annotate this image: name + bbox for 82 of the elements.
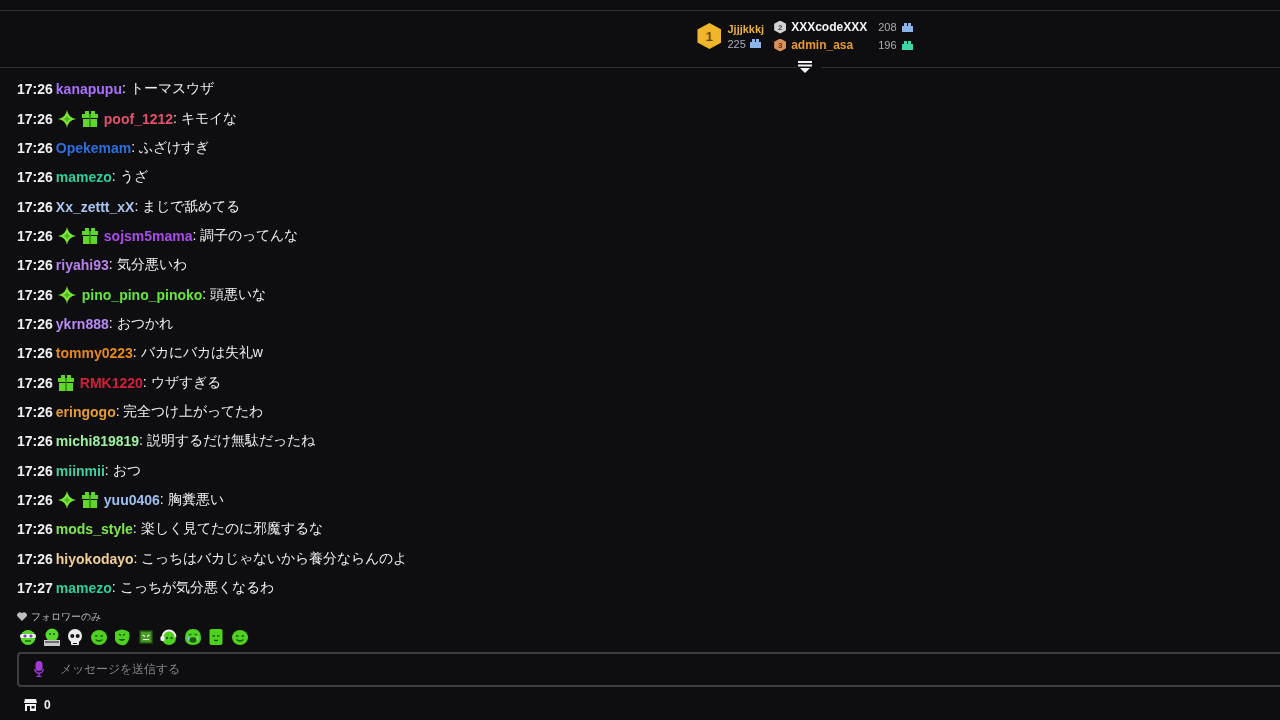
timestamp: 17:26 [17,345,53,362]
timestamp: 17:26 [17,110,53,127]
message-text: : 胸糞悪い [159,491,224,507]
emote-icon[interactable] [42,627,61,646]
username[interactable]: ykrn888 [55,315,109,332]
timestamp: 17:26 [17,492,53,508]
message-text: : 説明するだけ無駄だったね [139,432,315,451]
username[interactable]: riyahi93 [55,257,109,274]
message-text: : ウザすぎる [142,373,221,392]
message-text: : うざ [111,168,148,187]
username[interactable]: eringogo [55,403,116,420]
heart-icon [17,612,27,622]
username[interactable]: yuu0406 [103,492,160,508]
timestamp: 17:26 [17,81,53,98]
sparkle-icon [57,226,76,245]
timestamp: 17:26 [17,139,53,156]
message-text: : 楽しく見てたのに邪魔するな [132,520,323,539]
scroll-down-icon[interactable] [797,61,813,73]
username[interactable]: RMK1220 [79,374,143,391]
sparkle-icon [57,109,76,128]
message-text: : おつ [104,461,141,480]
timestamp: 17:26 [17,521,53,538]
rank-medal: 1 [697,23,722,49]
message-text: : キモイな [173,109,237,126]
emote-icon[interactable] [89,627,108,646]
timestamp: 17:26 [17,257,53,274]
gift-count: 208 [878,21,897,33]
timestamp: 17:26 [17,169,53,186]
message-text: : こっちはバカじゃないから養分ならんのよ [133,549,408,566]
gift-count: 196 [878,39,897,51]
chat-mode-label: フォロワーのみ [31,609,101,624]
message-text: : 頭悪いな [202,285,267,302]
gift-count: 225 [727,37,746,50]
message-text: : こっちが気分悪くなるわ [111,579,274,597]
leaderboard-name: admin_asa [791,38,855,52]
skull-icon[interactable] [66,627,84,646]
emote-icon[interactable] [230,627,249,646]
timestamp: 17:26 [17,462,53,479]
username[interactable]: hiyokodayo [55,550,134,567]
message-text: : バカにバカは失礼w [132,344,263,363]
timestamp: 17:26 [17,433,53,450]
emote-icon[interactable] [160,627,178,646]
gift-icon [81,227,98,244]
message-text: : 気分悪いわ [108,256,187,275]
sparkle-icon [57,285,76,304]
gift-icon [81,110,98,127]
message-text: : ふざけすぎ [131,138,210,155]
timestamp: 17:26 [17,550,53,567]
username[interactable]: sojsm5mama [103,227,193,244]
emote-icon[interactable] [19,627,37,646]
timestamp: 17:26 [17,286,53,303]
emote-icon[interactable] [207,627,225,646]
emote-icon[interactable] [136,627,155,646]
message-text: : 完全つけ上がってたわ [115,402,264,419]
timestamp: 17:26 [17,403,53,420]
sparkle-icon [57,491,76,509]
message-text: : おつかれ [108,314,173,331]
gift-icon [57,374,74,391]
timestamp: 17:26 [17,227,53,244]
timestamp: 17:27 [17,580,53,596]
username[interactable]: tommy0223 [55,345,133,362]
gift-icon [81,492,98,508]
username[interactable]: mamezo [55,580,112,596]
username[interactable]: kanapupu [55,81,122,98]
message-text: : まじで舐めてる [134,197,241,216]
username[interactable]: miinmii [55,462,105,479]
username[interactable]: mods_style [55,521,133,538]
rank-medal: 2 [774,20,787,34]
storefront-icon [24,698,37,711]
timestamp: 17:26 [17,315,53,332]
leaderboard-name: Jjjjkkkj [727,22,765,35]
message-text: : トーマスウザ [121,80,214,99]
leaderboard-name: XXXcodeXXX [791,20,868,34]
timestamp: 17:26 [17,198,53,215]
message-text: : 調子のってんな [192,226,299,243]
username[interactable]: mamezo [55,169,112,186]
emote-icon[interactable] [183,627,202,646]
emote-icon[interactable] [113,627,131,646]
channel-points-button[interactable]: 0 [24,697,51,712]
timestamp: 17:26 [17,374,53,391]
rank-medal: 3 [774,38,787,52]
message-input[interactable]: メッセージを送信する [17,651,1280,687]
